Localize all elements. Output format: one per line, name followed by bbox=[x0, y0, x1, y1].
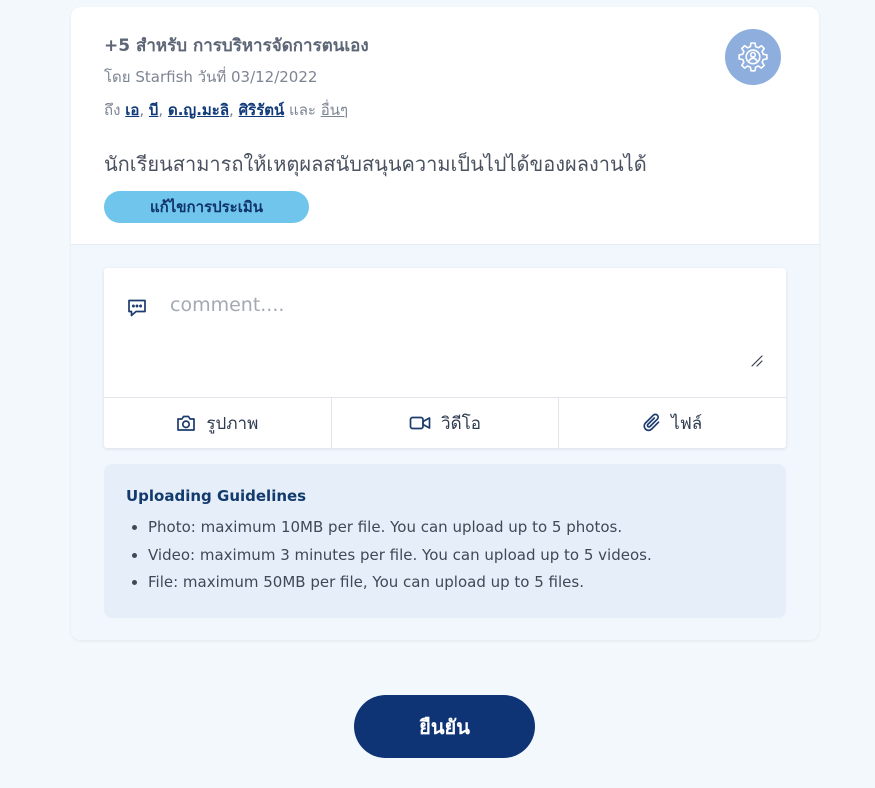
recipient-link[interactable]: ศิริรัตน์ bbox=[239, 101, 285, 119]
camera-icon bbox=[177, 415, 196, 431]
upload-file-label: ไฟล์ bbox=[671, 413, 703, 434]
guidelines-list: Photo: maximum 10MB per file. You can up… bbox=[126, 514, 764, 597]
upload-file-button[interactable]: ไฟล์ bbox=[559, 398, 786, 448]
guideline-item: Video: maximum 3 minutes per file. You c… bbox=[148, 542, 764, 570]
assessment-header: +5 สำหรับ การบริหารจัดการตนเอง โดย Starf… bbox=[71, 7, 819, 245]
upload-video-button[interactable]: วิดีโอ bbox=[332, 398, 560, 448]
chat-bubble-icon bbox=[128, 299, 146, 317]
uploading-guidelines: Uploading Guidelines Photo: maximum 10MB… bbox=[104, 464, 786, 618]
gear-icon bbox=[738, 42, 768, 72]
edit-assessment-button[interactable]: แก้ไขการประเมิน bbox=[104, 191, 309, 223]
upload-photo-label: รูปภาพ bbox=[206, 413, 259, 434]
comment-section: รูปภาพ วิดีโอ ไฟล์ Uploading bbox=[71, 245, 819, 640]
assessment-statement: นักเรียนสามารถให้เหตุผลสนับสนุนความเป็นไ… bbox=[104, 152, 647, 176]
video-icon bbox=[409, 416, 431, 430]
confirm-button[interactable]: ยืนยัน bbox=[354, 695, 535, 758]
upload-options: รูปภาพ วิดีโอ ไฟล์ bbox=[104, 397, 786, 448]
comment-input[interactable] bbox=[168, 290, 758, 390]
resize-handle-icon[interactable] bbox=[750, 354, 764, 368]
recipient-link[interactable]: บี bbox=[149, 101, 159, 119]
recipient-link[interactable]: เอ bbox=[125, 101, 139, 119]
recipients-prefix: ถึง bbox=[104, 101, 121, 119]
assessment-byline: โดย Starfish วันที่ 03/12/2022 bbox=[104, 68, 318, 86]
recipients-conjunction: และ bbox=[289, 101, 316, 119]
settings-button[interactable] bbox=[725, 29, 781, 85]
upload-photo-button[interactable]: รูปภาพ bbox=[104, 398, 332, 448]
paperclip-icon bbox=[643, 413, 660, 432]
guideline-item: Photo: maximum 10MB per file. You can up… bbox=[148, 514, 764, 542]
recipient-link[interactable]: ด.ญ.มะลิ bbox=[168, 101, 229, 119]
guideline-item: File: maximum 50MB per file, You can upl… bbox=[148, 569, 764, 597]
recipients-line: ถึง เอ, บี, ด.ญ.มะลิ, ศิริรัตน์ และ อื่น… bbox=[104, 101, 349, 119]
recipients-more-link[interactable]: อื่นๆ bbox=[321, 101, 348, 119]
upload-video-label: วิดีโอ bbox=[441, 413, 481, 434]
assessment-title: +5 สำหรับ การบริหารจัดการตนเอง bbox=[104, 36, 369, 56]
assessment-card: +5 สำหรับ การบริหารจัดการตนเอง โดย Starf… bbox=[71, 7, 819, 640]
comment-box: รูปภาพ วิดีโอ ไฟล์ bbox=[104, 268, 786, 448]
guidelines-title: Uploading Guidelines bbox=[126, 487, 307, 505]
